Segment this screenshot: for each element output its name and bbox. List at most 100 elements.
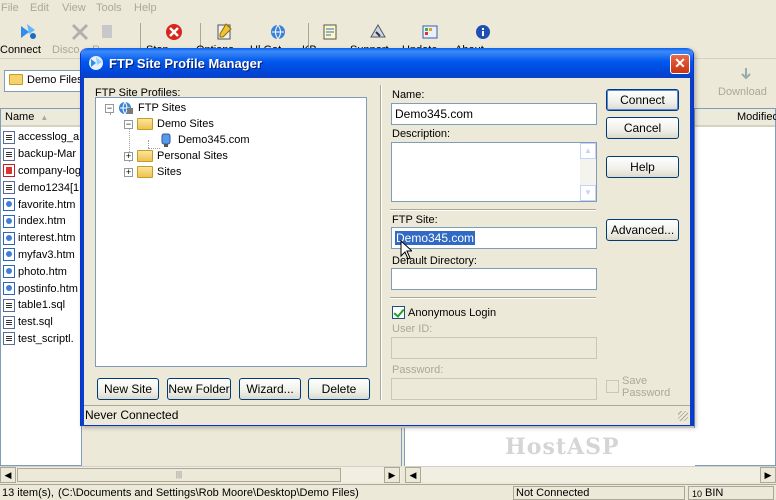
scroll-left-icon[interactable]: ◀ — [0, 467, 16, 483]
status-connection: Not Connected — [516, 487, 590, 499]
document-file-icon — [3, 164, 15, 178]
ftp-sites-icon — [119, 101, 133, 115]
sql-file-icon — [3, 315, 15, 329]
sql-file-icon — [3, 298, 15, 312]
wizard-button[interactable]: Wizard... — [239, 378, 301, 400]
description-label: Description: — [392, 128, 451, 140]
anonymous-login-checkbox[interactable] — [392, 306, 405, 319]
address-bar: Demo Files — [0, 62, 82, 106]
options-icon — [217, 23, 232, 40]
modified-column-label: Modified — [737, 111, 776, 123]
save-password-checkbox[interactable] — [606, 380, 619, 393]
text-cursor-icon — [400, 240, 412, 260]
remote-toolbar: Download — [694, 62, 776, 106]
description-scrollbar[interactable]: ▲ ▼ — [580, 143, 596, 201]
scroll-right-icon[interactable]: ▶ — [760, 467, 776, 483]
disconnect-icon — [71, 23, 89, 41]
sort-up-icon: ▲ — [40, 113, 49, 122]
menu-file[interactable]: File — [1, 2, 19, 14]
scroll-thumb[interactable]: ||| — [17, 468, 341, 482]
default-directory-field[interactable] — [391, 268, 597, 290]
password-label: Password: — [392, 364, 444, 376]
file-name: index.htm — [18, 215, 66, 228]
ftp-site-field[interactable]: Demo345.com — [391, 227, 597, 249]
html-file-icon — [3, 265, 15, 279]
connect-button[interactable]: Connect — [606, 89, 679, 111]
about-icon — [476, 25, 490, 39]
download-button[interactable]: Download — [718, 66, 774, 106]
file-name: demo1234[1 — [18, 181, 80, 194]
menu-tools[interactable]: Tools — [96, 2, 122, 14]
help-button[interactable]: Help — [606, 156, 679, 178]
user-id-field[interactable] — [391, 337, 597, 359]
remote-horizontal-scrollbar[interactable]: ◀ ▶ — [405, 466, 776, 483]
tree-node-sites[interactable]: + Sites — [124, 164, 181, 180]
status-mode-cell: 10 BIN — [688, 486, 774, 500]
file-item[interactable]: test.sql — [3, 314, 81, 331]
file-item[interactable]: accesslog_a — [3, 129, 81, 146]
dialog-title: FTP Site Profile Manager — [109, 56, 262, 71]
tree-node-ftp-sites[interactable]: − FTP Sites — [105, 100, 186, 116]
dialog-status-text: Never Connected — [85, 408, 179, 422]
modified-column-header[interactable]: Modified — [695, 109, 776, 127]
file-item[interactable]: demo1234[1 — [3, 179, 81, 196]
tree-node-personal-sites[interactable]: + Personal Sites — [124, 148, 228, 164]
file-item[interactable]: index.htm — [3, 213, 81, 230]
cancel-button[interactable]: Cancel — [606, 117, 679, 139]
file-item[interactable]: company-log — [3, 163, 81, 180]
status-mode: BIN — [705, 487, 724, 499]
kb-icon — [323, 24, 337, 40]
ftp-site-profile-manager-dialog: FTP Site Profile Manager ✕ FTP Site Prof… — [80, 48, 694, 426]
password-field[interactable] — [391, 378, 597, 400]
toolbar-label: Connect — [0, 44, 41, 56]
menu-edit[interactable]: Edit — [30, 2, 49, 14]
tree-node-demo-sites[interactable]: − Demo Sites — [124, 116, 214, 132]
file-item[interactable]: interest.htm — [3, 230, 81, 247]
scroll-down-icon[interactable]: ▼ — [580, 185, 596, 201]
binary-mode-icon: 10 — [692, 489, 702, 499]
connect-toolbar-button[interactable]: Connect — [0, 20, 56, 58]
html-file-icon — [3, 198, 15, 212]
advanced-button[interactable]: Advanced... — [606, 219, 679, 241]
name-column-label: Name — [5, 111, 35, 123]
file-item[interactable]: backup-Mar — [3, 146, 81, 163]
delete-button[interactable]: Delete — [308, 378, 370, 400]
file-item[interactable]: favorite.htm — [3, 196, 81, 213]
log-file-icon — [3, 332, 15, 346]
new-site-button[interactable]: New Site — [97, 378, 159, 400]
html-file-icon — [3, 282, 15, 296]
address-combo[interactable]: Demo Files — [4, 70, 82, 92]
menu-view[interactable]: View — [62, 2, 86, 14]
new-folder-button[interactable]: New Folder — [167, 378, 231, 400]
file-name: postinfo.htm — [18, 282, 78, 295]
file-item[interactable]: photo.htm — [3, 263, 81, 280]
tree-node-demo345[interactable]: Demo345.com — [160, 132, 252, 148]
profiles-tree[interactable]: − FTP Sites − Demo Sites Demo345.com + P… — [95, 97, 367, 367]
name-field[interactable]: Demo345.com — [391, 103, 597, 125]
expand-icon: + — [124, 166, 133, 177]
file-item[interactable]: postinfo.htm — [3, 280, 81, 297]
menu-help[interactable]: Help — [134, 2, 157, 14]
download-label: Download — [718, 86, 767, 98]
description-field[interactable]: ▲ ▼ — [391, 142, 597, 202]
dialog-title-bar[interactable]: FTP Site Profile Manager ✕ — [81, 48, 693, 78]
remote-pane-background: HostASP — [405, 428, 695, 466]
expand-icon: + — [124, 150, 133, 161]
file-name: company-log — [18, 164, 81, 177]
scroll-up-icon[interactable]: ▲ — [580, 143, 596, 159]
resize-grip-icon[interactable] — [678, 411, 688, 421]
ftp-app-icon — [89, 56, 103, 70]
file-name: backup-Mar — [18, 148, 77, 161]
log-file-icon — [3, 147, 15, 161]
close-icon[interactable]: ✕ — [670, 54, 690, 74]
tree-label: FTP Sites — [138, 102, 187, 114]
file-item[interactable]: myfav3.htm — [3, 247, 81, 264]
name-column-header[interactable]: Name ▲ — [1, 109, 81, 127]
scroll-right-icon[interactable]: ▶ — [384, 467, 400, 483]
local-horizontal-scrollbar[interactable]: ◀ ||| ▶ — [0, 466, 401, 483]
file-item[interactable]: test_scriptl. — [3, 331, 81, 348]
file-item[interactable]: table1.sql — [3, 297, 81, 314]
folder-icon — [9, 74, 23, 85]
update-icon — [422, 25, 438, 39]
scroll-left-icon[interactable]: ◀ — [405, 467, 421, 483]
